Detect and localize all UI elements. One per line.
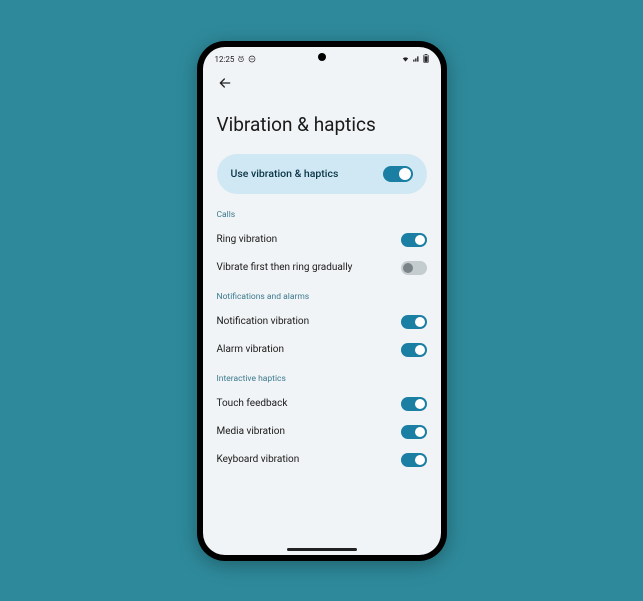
dnd-icon <box>248 55 256 65</box>
back-button[interactable] <box>217 75 233 91</box>
row-label: Touch feedback <box>217 398 288 409</box>
page-title: Vibration & haptics <box>217 113 427 136</box>
row-label: Vibrate first then ring gradually <box>217 262 353 273</box>
hero-label: Use vibration & haptics <box>231 167 339 180</box>
wifi-icon <box>401 55 410 65</box>
row-label: Keyboard vibration <box>217 454 300 465</box>
status-time: 12:25 <box>215 55 235 64</box>
ring-vibration-toggle[interactable] <box>401 233 427 247</box>
row-notification-vibration[interactable]: Notification vibration <box>217 308 427 336</box>
keyboard-vibration-toggle[interactable] <box>401 453 427 467</box>
phone-frame: 12:25 <box>197 41 447 561</box>
row-media-vibration[interactable]: Media vibration <box>217 418 427 446</box>
section-header-interactive: Interactive haptics <box>217 374 427 384</box>
row-alarm-vibration[interactable]: Alarm vibration <box>217 336 427 364</box>
section-header-notifications: Notifications and alarms <box>217 292 427 302</box>
gesture-nav-bar[interactable] <box>287 548 357 551</box>
notification-vibration-toggle[interactable] <box>401 315 427 329</box>
alarm-icon <box>237 55 245 65</box>
screen: 12:25 <box>203 47 441 555</box>
touch-feedback-toggle[interactable] <box>401 397 427 411</box>
row-label: Ring vibration <box>217 234 278 245</box>
vibrate-first-toggle[interactable] <box>401 261 427 275</box>
alarm-vibration-toggle[interactable] <box>401 343 427 357</box>
hero-toggle-card[interactable]: Use vibration & haptics <box>217 154 427 194</box>
row-ring-vibration[interactable]: Ring vibration <box>217 226 427 254</box>
battery-icon <box>423 54 429 65</box>
row-label: Media vibration <box>217 426 285 437</box>
row-label: Notification vibration <box>217 316 310 327</box>
front-camera <box>318 53 326 61</box>
signal-icon <box>412 55 421 65</box>
row-vibrate-first[interactable]: Vibrate first then ring gradually <box>217 254 427 282</box>
row-keyboard-vibration[interactable]: Keyboard vibration <box>217 446 427 474</box>
row-touch-feedback[interactable]: Touch feedback <box>217 390 427 418</box>
media-vibration-toggle[interactable] <box>401 425 427 439</box>
use-vibration-haptics-toggle[interactable] <box>383 166 413 182</box>
row-label: Alarm vibration <box>217 344 285 355</box>
content: Vibration & haptics Use vibration & hapt… <box>203 113 441 474</box>
section-header-calls: Calls <box>217 210 427 220</box>
